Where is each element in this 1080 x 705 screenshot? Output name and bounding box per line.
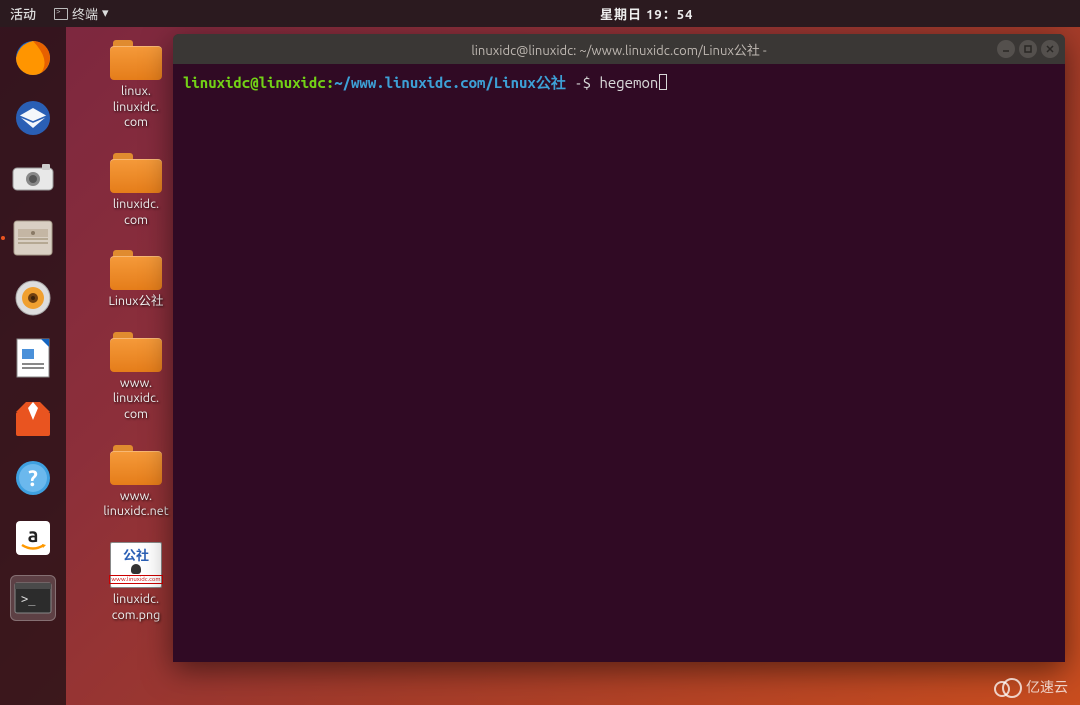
rhythmbox-icon[interactable]: [10, 275, 56, 321]
maximize-button[interactable]: [1019, 40, 1037, 58]
window-controls: [997, 40, 1059, 58]
close-button[interactable]: [1041, 40, 1059, 58]
terminal-prompt: linuxidc@linuxidc:~/www.linuxidc.com/Lin…: [183, 72, 1055, 95]
icon-label: linuxidc. com.png: [86, 592, 186, 623]
desktop-folder[interactable]: linuxidc. com: [86, 153, 186, 228]
image-thumbnail: 公社 www.linuxidc.com: [110, 542, 162, 588]
desktop-folder[interactable]: Linux公社: [86, 250, 186, 310]
desktop-folder[interactable]: linux. linuxidc. com: [86, 40, 186, 131]
window-title: linuxidc@linuxidc: ~/www.linuxidc.com/Li…: [471, 40, 766, 59]
folder-icon: [110, 153, 162, 193]
help-icon[interactable]: ?: [10, 455, 56, 501]
terminal-body[interactable]: linuxidc@linuxidc:~/www.linuxidc.com/Lin…: [173, 64, 1065, 662]
icon-label: www. linuxidc. com: [86, 376, 186, 423]
desktop-image[interactable]: 公社 www.linuxidc.com linuxidc. com.png: [86, 542, 186, 623]
thunderbird-icon[interactable]: [10, 95, 56, 141]
icon-label: linuxidc. com: [86, 197, 186, 228]
titlebar[interactable]: linuxidc@linuxidc: ~/www.linuxidc.com/Li…: [173, 34, 1065, 64]
terminal-window[interactable]: linuxidc@linuxidc: ~/www.linuxidc.com/Li…: [173, 34, 1065, 662]
app-menu-label: 终端: [72, 4, 98, 23]
cursor: [659, 74, 667, 90]
amazon-icon[interactable]: a: [10, 515, 56, 561]
svg-text:>_: >_: [21, 592, 36, 606]
libreoffice-writer-icon[interactable]: [10, 335, 56, 381]
prompt-path: ~/www.linuxidc.com/Linux公社: [334, 74, 566, 91]
svg-text:a: a: [28, 523, 39, 546]
folder-icon: [110, 40, 162, 80]
folder-icon: [110, 250, 162, 290]
prompt-user: linuxidc@linuxidc: [183, 74, 326, 91]
software-center-icon[interactable]: [10, 395, 56, 441]
icon-label: linux. linuxidc. com: [86, 84, 186, 131]
cloud-icon: [994, 678, 1020, 696]
watermark: 亿速云: [994, 677, 1068, 697]
chevron-down-icon: ▾: [102, 6, 109, 21]
shotwell-icon[interactable]: [10, 155, 56, 201]
typed-command: hegemon: [599, 74, 658, 91]
dock: ? a >_: [0, 27, 66, 705]
desktop-folder[interactable]: www. linuxidc.net: [86, 445, 186, 520]
minimize-button[interactable]: [997, 40, 1015, 58]
watermark-text: 亿速云: [1026, 677, 1068, 697]
folder-icon: [110, 332, 162, 372]
clock[interactable]: 星期日 19：54: [600, 4, 693, 23]
terminal-icon: [54, 8, 68, 20]
folder-icon: [110, 445, 162, 485]
files-icon[interactable]: [10, 215, 56, 261]
desktop-folder[interactable]: www. linuxidc. com: [86, 332, 186, 423]
app-menu[interactable]: 终端 ▾: [54, 4, 109, 23]
prompt-suffix: -$: [566, 74, 600, 91]
icon-label: www. linuxidc.net: [86, 489, 186, 520]
activities-button[interactable]: 活动: [10, 4, 36, 23]
terminal-icon[interactable]: >_: [10, 575, 56, 621]
top-panel: 活动 终端 ▾ 星期日 19：54: [0, 0, 1080, 27]
firefox-icon[interactable]: [10, 35, 56, 81]
icon-label: Linux公社: [86, 294, 186, 310]
svg-text:?: ?: [28, 466, 38, 491]
